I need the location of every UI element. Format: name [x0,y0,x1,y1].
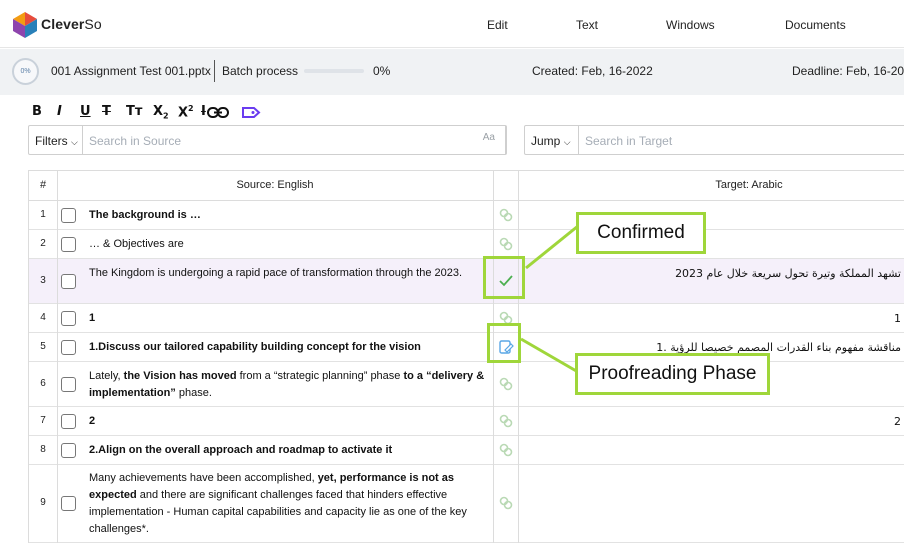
callout-connectors [520,224,579,374]
confirmed-callout: Confirmed [576,212,706,254]
proofreading-callout: Proofreading Phase [575,353,770,395]
